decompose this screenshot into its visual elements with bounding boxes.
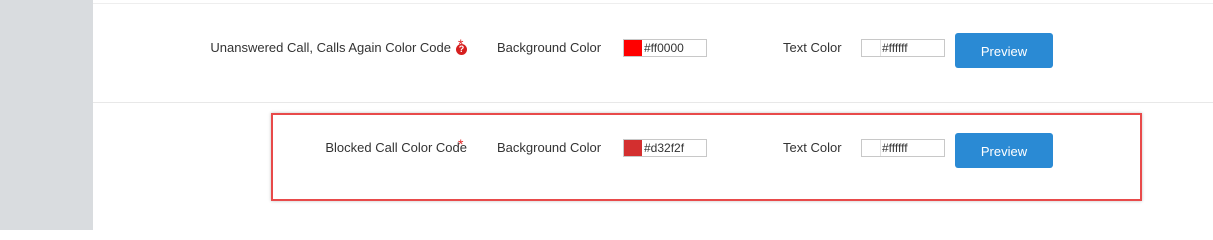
background-color-swatch[interactable] — [624, 40, 642, 56]
text-color-swatch[interactable] — [862, 40, 881, 56]
background-color-input[interactable]: #ff0000 — [623, 39, 707, 57]
text-color-input[interactable]: #ffffff — [861, 39, 945, 57]
background-color-label: Background Color — [497, 40, 602, 55]
unanswered-call-color-row: Unanswered Call, Calls Again Color Code?… — [93, 29, 1213, 69]
background-color-value: #ff0000 — [644, 41, 684, 55]
preview-button[interactable]: Preview — [955, 33, 1053, 68]
color-settings-panel: Unanswered Call, Calls Again Color Code?… — [93, 0, 1213, 230]
divider — [93, 102, 1213, 103]
required-asterisk: * — [458, 36, 464, 52]
sidebar-strip — [0, 0, 93, 230]
text-color-label: Text Color — [783, 40, 842, 55]
row-label-wrapper: Unanswered Call, Calls Again Color Code? — [210, 40, 467, 55]
highlight-annotation-box — [271, 113, 1142, 201]
text-color-value: #ffffff — [882, 41, 908, 55]
unanswered-call-label: Unanswered Call, Calls Again Color Code — [210, 40, 451, 55]
divider — [93, 3, 1213, 4]
